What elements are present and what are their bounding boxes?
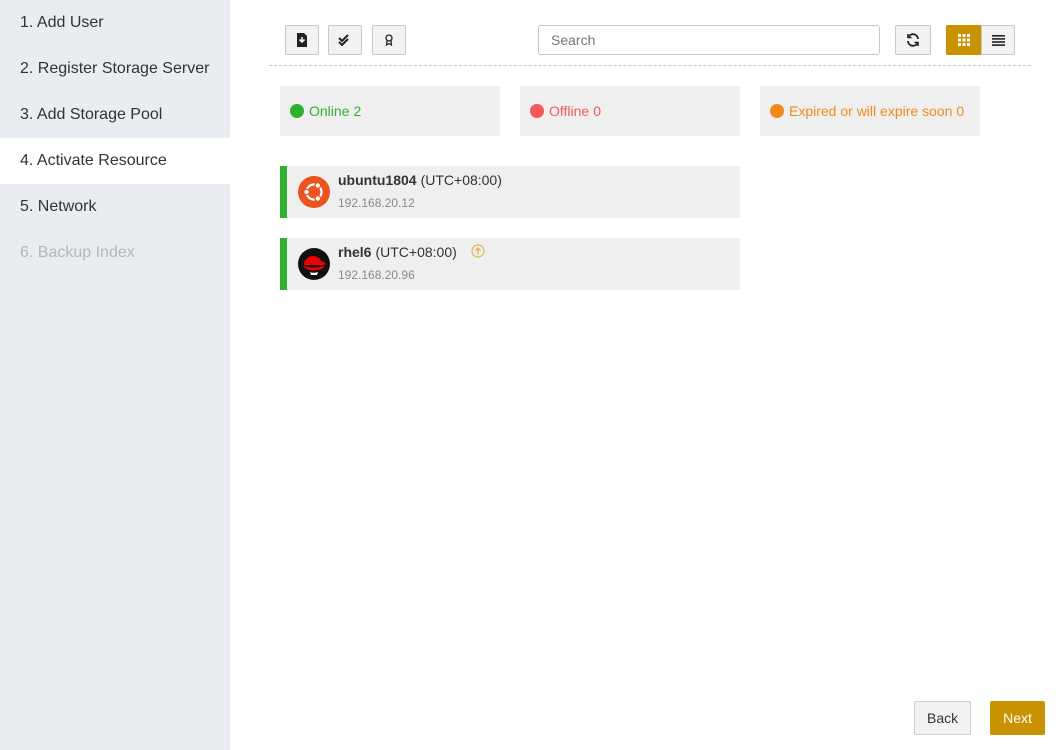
- online-dot-icon: [290, 104, 304, 118]
- resource-ip: 192.168.20.96: [338, 268, 415, 282]
- step-add-storage-pool[interactable]: 3. Add Storage Pool: [0, 92, 230, 138]
- grid-view-icon: [958, 34, 970, 46]
- toolbar: [269, 0, 1031, 66]
- batch-select-button[interactable]: [328, 25, 362, 55]
- online-status-box[interactable]: Online 2: [280, 86, 500, 136]
- resource-name: rhel6: [338, 244, 372, 260]
- step-add-user[interactable]: 1. Add User: [0, 0, 230, 46]
- offline-dot-icon: [530, 104, 544, 118]
- resource-name: ubuntu1804: [338, 172, 417, 188]
- list-view-button[interactable]: [981, 25, 1015, 55]
- expired-label: Expired or will expire soon: [789, 103, 953, 119]
- license-button[interactable]: [372, 25, 406, 55]
- refresh-icon: [906, 33, 920, 47]
- wizard-sidebar: 1. Add User 2. Register Storage Server 3…: [0, 0, 230, 750]
- upgrade-icon[interactable]: [471, 244, 485, 261]
- resource-ip: 192.168.20.12: [338, 196, 415, 210]
- list-view-icon: [991, 34, 1005, 46]
- online-label: Online: [309, 103, 350, 119]
- batch-select-icon: [338, 34, 352, 46]
- license-icon: [384, 34, 394, 46]
- resource-card-ubuntu1804[interactable]: ubuntu1804 (UTC+08:00) 192.168.20.12: [280, 166, 740, 218]
- expired-dot-icon: [770, 104, 784, 118]
- ubuntu-icon: [298, 176, 330, 208]
- resource-timezone: (UTC+08:00): [375, 244, 457, 260]
- expired-count: 0: [956, 103, 965, 119]
- step-register-storage-server[interactable]: 2. Register Storage Server: [0, 46, 230, 92]
- next-button[interactable]: Next: [990, 701, 1045, 735]
- step-activate-resource[interactable]: 4. Activate Resource: [0, 138, 230, 184]
- offline-label: Offline: [549, 103, 590, 119]
- import-icon: [296, 33, 308, 47]
- redhat-icon: [298, 248, 330, 280]
- resource-card-rhel6[interactable]: rhel6 (UTC+08:00) 192.168.20.96: [280, 238, 740, 290]
- step-backup-index: 6. Backup Index: [20, 244, 135, 261]
- import-button[interactable]: [285, 25, 319, 55]
- offline-status-box[interactable]: Offline 0: [520, 86, 740, 136]
- offline-count: 0: [593, 103, 602, 119]
- step-network[interactable]: 5. Network: [0, 184, 230, 230]
- online-count: 2: [353, 103, 362, 119]
- grid-view-button[interactable]: [946, 25, 982, 55]
- resource-timezone: (UTC+08:00): [420, 172, 502, 188]
- expired-status-box[interactable]: Expired or will expire soon 0: [760, 86, 980, 136]
- back-button[interactable]: Back: [914, 701, 971, 735]
- search-input[interactable]: [538, 25, 880, 55]
- refresh-button[interactable]: [895, 25, 931, 55]
